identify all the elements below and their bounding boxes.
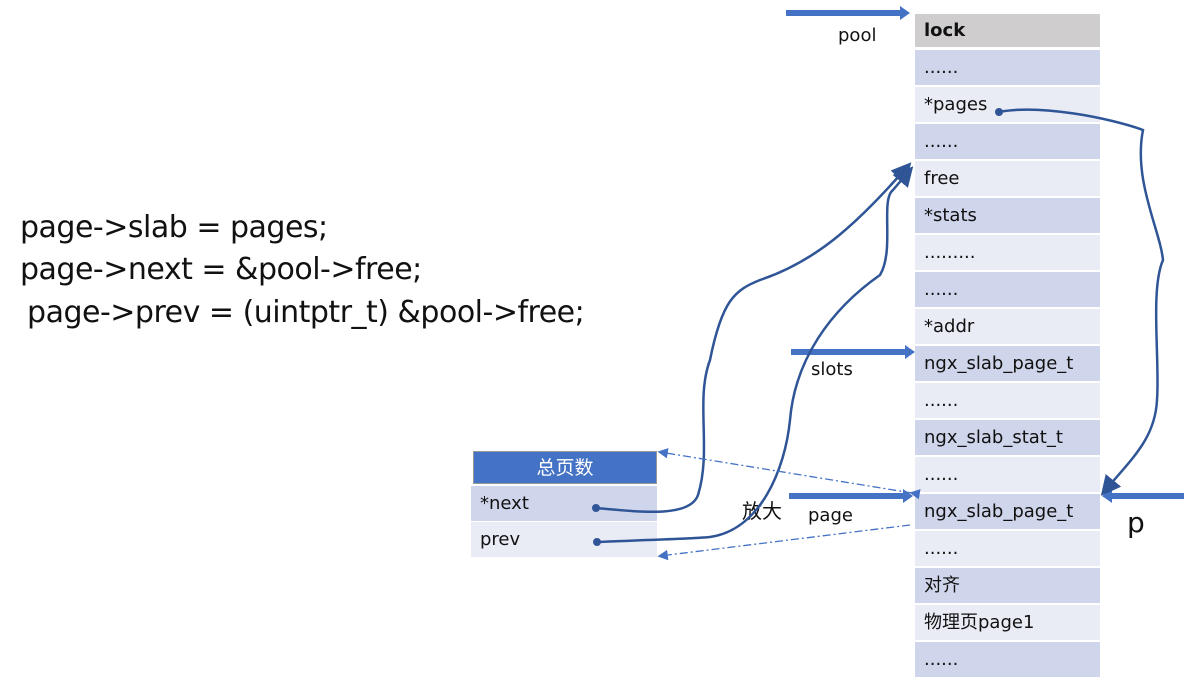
arrows-layer	[592, 6, 1184, 561]
block-arrow-page	[789, 489, 913, 503]
zoom-dashed-top	[657, 448, 921, 500]
pages-pointer-line	[998, 108, 1165, 496]
next-pointer-line	[595, 162, 912, 514]
prev-pointer-line	[596, 166, 914, 544]
zoom-dashed-bottom	[657, 524, 911, 561]
block-arrow-pool	[786, 6, 910, 20]
block-arrow-p	[1102, 489, 1184, 503]
